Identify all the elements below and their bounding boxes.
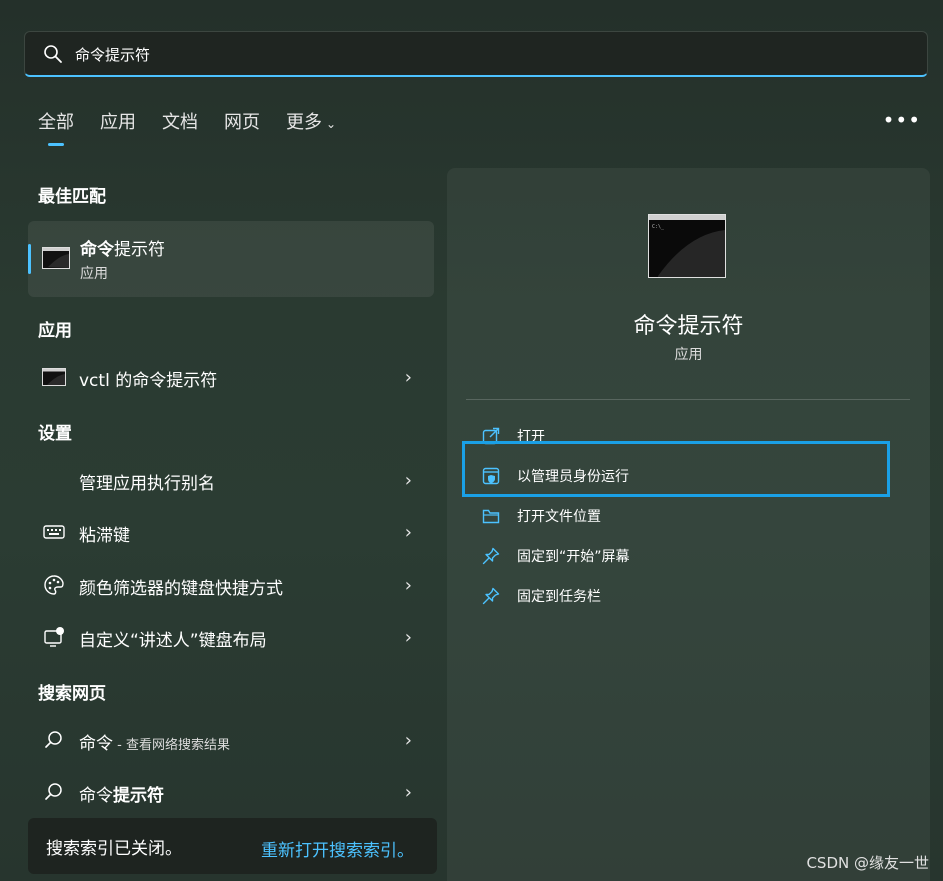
command-prompt-icon — [42, 247, 70, 269]
tab-documents[interactable]: 文档 — [162, 110, 198, 146]
search-index-message: 搜索索引已关闭。 — [46, 839, 182, 859]
detail-title: 命令提示符 — [633, 314, 744, 339]
svg-text:C:\_: C:\_ — [652, 224, 665, 230]
section-apps: 应用 — [38, 321, 72, 341]
divider — [466, 399, 910, 400]
detail-panel: C:\_ 命令提示符 应用 打开 以管理员身份运行 打开文件位置 固定到“开始”… — [447, 168, 930, 881]
chevron-right-icon: › — [404, 782, 412, 803]
pin-icon — [482, 547, 500, 565]
search-index-banner: 搜索索引已关闭。 重新打开搜索索引。 — [28, 818, 437, 874]
tab-more[interactable]: 更多 ⌄ — [286, 110, 336, 146]
chevron-down-icon: ⌄ — [326, 117, 337, 131]
watermark: CSDN @缘友一世 — [806, 854, 929, 872]
command-prompt-large-icon: C:\_ — [648, 214, 726, 278]
section-settings: 设置 — [38, 424, 72, 444]
palette-icon — [42, 574, 66, 596]
section-best-match: 最佳匹配 — [38, 187, 106, 207]
search-bar[interactable] — [24, 31, 928, 77]
action-pin-to-start[interactable]: 固定到“开始”屏幕 — [482, 542, 902, 572]
list-item-app-execution-alias[interactable]: 管理应用执行别名 › — [28, 458, 434, 502]
pin-icon — [482, 587, 500, 605]
more-options-button[interactable]: ••• — [883, 108, 921, 132]
annotation-highlight-box — [462, 441, 890, 497]
action-open-file-location[interactable]: 打开文件位置 — [482, 502, 902, 532]
list-item-sticky-keys[interactable]: 粘滞键 › — [28, 510, 434, 554]
list-item-narrator-keyboard-layout[interactable]: 自定义“讲述人”键盘布局 › — [28, 615, 434, 659]
list-item-vctl-cmd[interactable]: vctl 的命令提示符 › — [28, 355, 434, 399]
selection-indicator — [28, 244, 31, 274]
search-icon — [42, 781, 66, 803]
chevron-right-icon: › — [404, 470, 412, 491]
chevron-right-icon: › — [404, 627, 412, 648]
list-item-color-filter-shortcut[interactable]: 颜色筛选器的键盘快捷方式 › — [28, 563, 434, 607]
chevron-right-icon: › — [404, 367, 412, 388]
keyboard-icon — [42, 521, 66, 543]
best-match-name: 命令提示符 — [80, 240, 165, 260]
best-match-type: 应用 — [80, 266, 108, 282]
tab-apps[interactable]: 应用 — [100, 110, 136, 146]
search-input[interactable] — [75, 32, 895, 76]
command-prompt-icon — [42, 366, 66, 388]
chevron-right-icon: › — [404, 522, 412, 543]
folder-icon — [482, 509, 500, 524]
tab-web[interactable]: 网页 — [224, 110, 260, 146]
chevron-right-icon: › — [404, 575, 412, 596]
reopen-search-index-link[interactable]: 重新打开搜索索引。 — [261, 836, 414, 861]
search-icon — [44, 45, 62, 63]
filter-tabs: 全部 应用 文档 网页 更多 ⌄ — [38, 110, 362, 150]
tab-all[interactable]: 全部 — [38, 110, 74, 146]
action-pin-to-taskbar[interactable]: 固定到任务栏 — [482, 582, 902, 612]
search-icon — [42, 729, 66, 751]
section-search-web: 搜索网页 — [38, 684, 106, 704]
detail-subtitle: 应用 — [674, 347, 703, 363]
chevron-right-icon: › — [404, 730, 412, 751]
best-match-item[interactable]: 命令提示符 应用 — [28, 221, 434, 297]
list-item-web-search-command-prompt[interactable]: 命令提示符 › — [28, 770, 434, 814]
narrator-icon — [42, 626, 66, 648]
list-item-web-search-command[interactable]: 命令 - 查看网络搜索结果 › — [28, 718, 434, 762]
